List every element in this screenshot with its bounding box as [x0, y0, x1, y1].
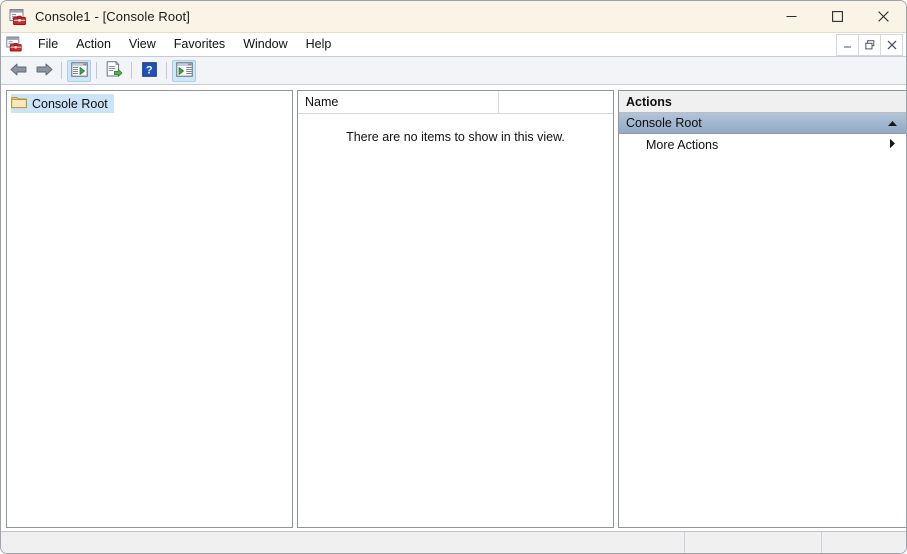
toolbar-separator	[61, 62, 62, 79]
status-cell-tertiary	[821, 532, 906, 553]
menu-item-view[interactable]: View	[120, 34, 165, 55]
export-list-button[interactable]	[102, 60, 126, 82]
toolbar-separator-4	[166, 62, 167, 79]
list-column-header: Name	[298, 91, 613, 114]
show-hide-action-pane-button[interactable]	[172, 59, 196, 82]
maximize-button[interactable]	[814, 1, 860, 32]
svg-text:?: ?	[145, 64, 152, 76]
mdi-minimize-button[interactable]	[836, 33, 858, 56]
help-button[interactable]: ?	[137, 60, 161, 82]
mmc-console-icon	[9, 8, 27, 26]
export-list-icon	[106, 60, 123, 80]
menu-item-favorites[interactable]: Favorites	[165, 34, 234, 55]
toolbar: ?	[1, 57, 906, 85]
window-controls	[768, 1, 906, 32]
status-cell-secondary	[684, 532, 821, 553]
toolbar-separator-3	[131, 62, 132, 79]
menu-item-action[interactable]: Action	[67, 34, 120, 55]
back-arrow-icon	[9, 62, 28, 80]
empty-view-message: There are no items to show in this view.	[346, 130, 565, 144]
column-header-name[interactable]: Name	[298, 91, 499, 113]
mmc-child-window-icon	[6, 36, 23, 53]
status-cell-main	[1, 532, 684, 553]
tree-item-label: Console Root	[32, 96, 108, 111]
action-row-label: More Actions	[646, 137, 719, 152]
show-hide-console-tree-button[interactable]	[67, 59, 91, 82]
mdi-window-controls	[836, 33, 903, 56]
menu-item-help[interactable]: Help	[297, 34, 341, 55]
mmc-main-window: Console1 - [Console Root] File Action Vi…	[0, 0, 907, 554]
console-tree-pane: Console Root	[6, 90, 293, 528]
title-bar: Console1 - [Console Root]	[1, 1, 906, 33]
window-title: Console1 - [Console Root]	[35, 9, 190, 24]
mdi-restore-button[interactable]	[858, 33, 880, 56]
menu-bar: File Action View Favorites Window Help	[1, 33, 906, 57]
mdi-close-button[interactable]	[880, 33, 903, 56]
toolbar-separator-2	[96, 62, 97, 79]
close-button[interactable]	[860, 1, 906, 32]
menu-item-file[interactable]: File	[29, 34, 67, 55]
status-bar	[1, 531, 906, 553]
menu-item-window[interactable]: Window	[234, 34, 296, 55]
submenu-arrow-icon	[889, 138, 896, 152]
column-header-filler	[499, 91, 613, 113]
back-button[interactable]	[6, 60, 30, 82]
forward-button[interactable]	[32, 60, 56, 82]
help-question-icon: ?	[141, 61, 157, 80]
content-area: Console Root Name There are no items to …	[1, 85, 906, 533]
action-group-label: Console Root	[626, 116, 702, 130]
result-list-pane: Name There are no items to show in this …	[297, 90, 614, 528]
tree-item-console-root[interactable]: Console Root	[11, 94, 114, 113]
action-group-console-root[interactable]: Console Root	[619, 113, 906, 134]
action-pane-icon	[175, 61, 193, 80]
action-row-more-actions[interactable]: More Actions	[619, 134, 906, 155]
forward-arrow-icon	[35, 62, 54, 80]
actions-pane-title: Actions	[619, 91, 906, 113]
chevron-up-icon[interactable]	[887, 116, 898, 130]
folder-icon	[11, 95, 27, 112]
console-tree-icon	[70, 61, 88, 80]
minimize-button[interactable]	[768, 1, 814, 32]
actions-pane: Actions Console Root More Actions	[618, 90, 906, 528]
